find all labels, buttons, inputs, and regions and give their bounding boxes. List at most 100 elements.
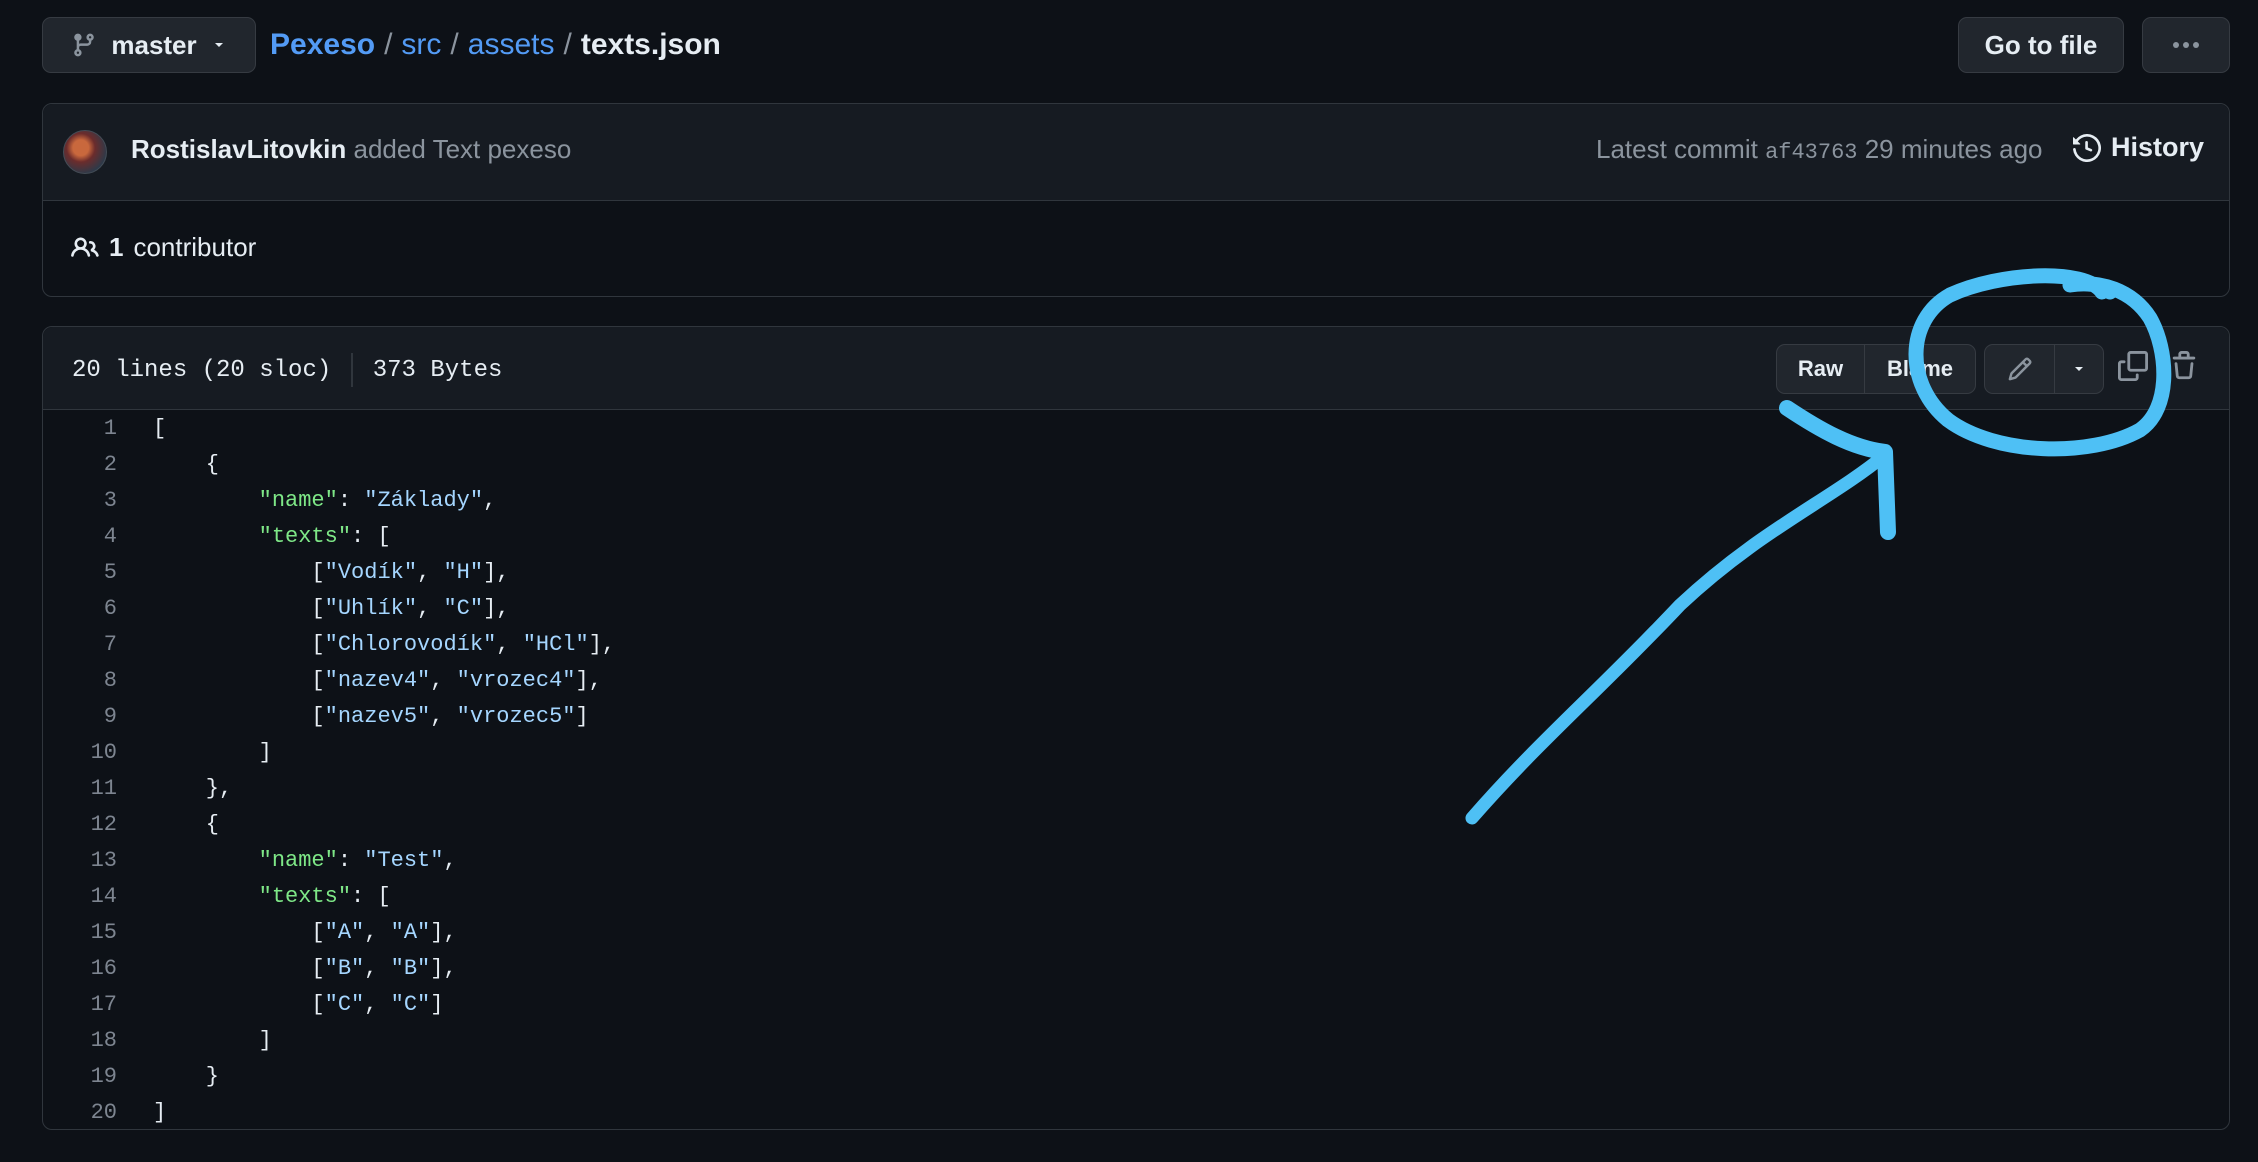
- more-options-button[interactable]: [2142, 17, 2230, 73]
- code-line: 11 },: [43, 771, 2229, 807]
- code-line: 6 ["Uhlík", "C"],: [43, 591, 2229, 627]
- line-content: [: [153, 416, 167, 441]
- line-number[interactable]: 19: [43, 1059, 117, 1095]
- latest-commit-label: Latest commit: [1596, 134, 1758, 164]
- branch-name: master: [111, 29, 197, 60]
- line-number[interactable]: 2: [43, 447, 117, 483]
- file-info: 20 lines (20 sloc) 373 Bytes: [72, 353, 502, 387]
- line-content: ["nazev5", "vrozec5"]: [153, 704, 589, 729]
- file-lines-info: 20 lines (20 sloc): [72, 356, 332, 384]
- latest-commit-info: Latest commit af43763 29 minutes ago: [1596, 134, 2043, 165]
- line-content: "texts": [: [258, 884, 391, 909]
- line-number[interactable]: 17: [43, 987, 117, 1023]
- code-line: 5 ["Vodík", "H"],: [43, 555, 2229, 591]
- line-content: ["A", "A"],: [153, 920, 457, 945]
- copy-raw-button[interactable]: [2118, 351, 2148, 386]
- trash-icon: [2172, 351, 2196, 380]
- code-line: 9 ["nazev5", "vrozec5"]: [43, 699, 2229, 735]
- code-line: 8 ["nazev4", "vrozec4"],: [43, 663, 2229, 699]
- commit-message[interactable]: added Text pexeso: [354, 134, 572, 164]
- contributor-count: 1: [109, 232, 124, 262]
- commit-author-link[interactable]: RostislavLitovkin: [131, 134, 346, 164]
- people-icon: [71, 236, 99, 257]
- line-content: },: [153, 776, 233, 801]
- line-number[interactable]: 8: [43, 663, 117, 699]
- edit-group: [1984, 344, 2104, 394]
- line-content: ]: [153, 740, 272, 765]
- copy-icon: [2118, 351, 2148, 381]
- line-content: {: [153, 812, 220, 837]
- latest-commit-row: RostislavLitovkin added Text pexeso Late…: [43, 104, 2229, 201]
- breadcrumb-separator: /: [384, 28, 393, 61]
- history-link[interactable]: History: [2073, 132, 2204, 163]
- breadcrumb-repo-link[interactable]: Pexeso: [270, 28, 375, 61]
- code-line: 17 ["C", "C"]: [43, 987, 2229, 1023]
- contributor-label: contributor: [133, 232, 257, 262]
- line-content: ["Uhlík", "C"],: [153, 596, 510, 621]
- line-number[interactable]: 18: [43, 1023, 117, 1059]
- line-number[interactable]: 4: [43, 519, 117, 555]
- code-line: 3 "name": "Základy",: [43, 483, 2229, 519]
- pencil-icon: [2008, 357, 2032, 381]
- breadcrumb-separator: /: [563, 28, 572, 61]
- code-line: 20]: [43, 1095, 2229, 1131]
- line-number[interactable]: 15: [43, 915, 117, 951]
- line-number[interactable]: 12: [43, 807, 117, 843]
- code-view: 1[2 {3 "name": "Základy", 4 "texts": [5 […: [43, 411, 2229, 1131]
- line-content: "name": "Test",: [258, 848, 457, 873]
- edit-file-button[interactable]: [1985, 345, 2055, 393]
- code-line: 18 ]: [43, 1023, 2229, 1059]
- line-number[interactable]: 11: [43, 771, 117, 807]
- line-content: "texts": [: [258, 524, 391, 549]
- code-line: 16 ["B", "B"],: [43, 951, 2229, 987]
- line-content: }: [153, 1064, 220, 1089]
- code-line: 14 "texts": [: [43, 879, 2229, 915]
- line-content: ["nazev4", "vrozec4"],: [153, 668, 602, 693]
- line-number[interactable]: 14: [43, 879, 117, 915]
- line-content: "name": "Základy",: [258, 488, 497, 513]
- blame-button[interactable]: Blame: [1865, 345, 1975, 393]
- divider: [351, 353, 353, 387]
- breadcrumb-file-name: texts.json: [580, 28, 721, 61]
- edit-dropdown-button[interactable]: [2055, 345, 2103, 393]
- line-number[interactable]: 9: [43, 699, 117, 735]
- history-icon: [2073, 133, 2101, 162]
- line-content: ["B", "B"],: [153, 956, 457, 981]
- delete-file-button[interactable]: [2169, 351, 2199, 386]
- history-label: History: [2111, 132, 2205, 162]
- line-number[interactable]: 7: [43, 627, 117, 663]
- line-number[interactable]: 10: [43, 735, 117, 771]
- code-line: 7 ["Chlorovodík", "HCl"],: [43, 627, 2229, 663]
- line-number[interactable]: 1: [43, 411, 117, 447]
- raw-button[interactable]: Raw: [1777, 345, 1865, 393]
- avatar[interactable]: [63, 130, 107, 174]
- line-number[interactable]: 16: [43, 951, 117, 987]
- file-size: 373 Bytes: [372, 356, 503, 384]
- breadcrumb-assets-link[interactable]: assets: [468, 28, 555, 61]
- line-content: ["Chlorovodík", "HCl"],: [153, 632, 616, 657]
- line-content: ["C", "C"]: [153, 992, 444, 1017]
- line-number[interactable]: 13: [43, 843, 117, 879]
- git-branch-icon: [74, 33, 95, 57]
- line-content: ]: [153, 1100, 167, 1125]
- code-line: 19 }: [43, 1059, 2229, 1095]
- branch-select-button[interactable]: master: [42, 17, 256, 73]
- kebab-horizontal-icon: [2173, 42, 2199, 48]
- triangle-down-icon: [2075, 367, 2083, 371]
- line-content: ]: [153, 1028, 272, 1053]
- contributors-link[interactable]: 1 contributor: [71, 232, 256, 263]
- code-line: 2 {: [43, 447, 2229, 483]
- code-line: 10 ]: [43, 735, 2229, 771]
- line-number[interactable]: 6: [43, 591, 117, 627]
- line-number[interactable]: 3: [43, 483, 117, 519]
- go-to-file-button[interactable]: Go to file: [1958, 17, 2124, 73]
- commit-time: 29 minutes ago: [1864, 134, 2043, 164]
- breadcrumb-src-link[interactable]: src: [401, 28, 441, 61]
- line-number[interactable]: 5: [43, 555, 117, 591]
- code-line: 1[: [43, 411, 2229, 447]
- commit-sha-link[interactable]: af43763: [1765, 140, 1857, 165]
- code-line: 13 "name": "Test",: [43, 843, 2229, 879]
- code-line: 15 ["A", "A"],: [43, 915, 2229, 951]
- line-number[interactable]: 20: [43, 1095, 117, 1131]
- file-viewer-panel: 20 lines (20 sloc) 373 Bytes Raw Blame 1…: [42, 326, 2230, 1130]
